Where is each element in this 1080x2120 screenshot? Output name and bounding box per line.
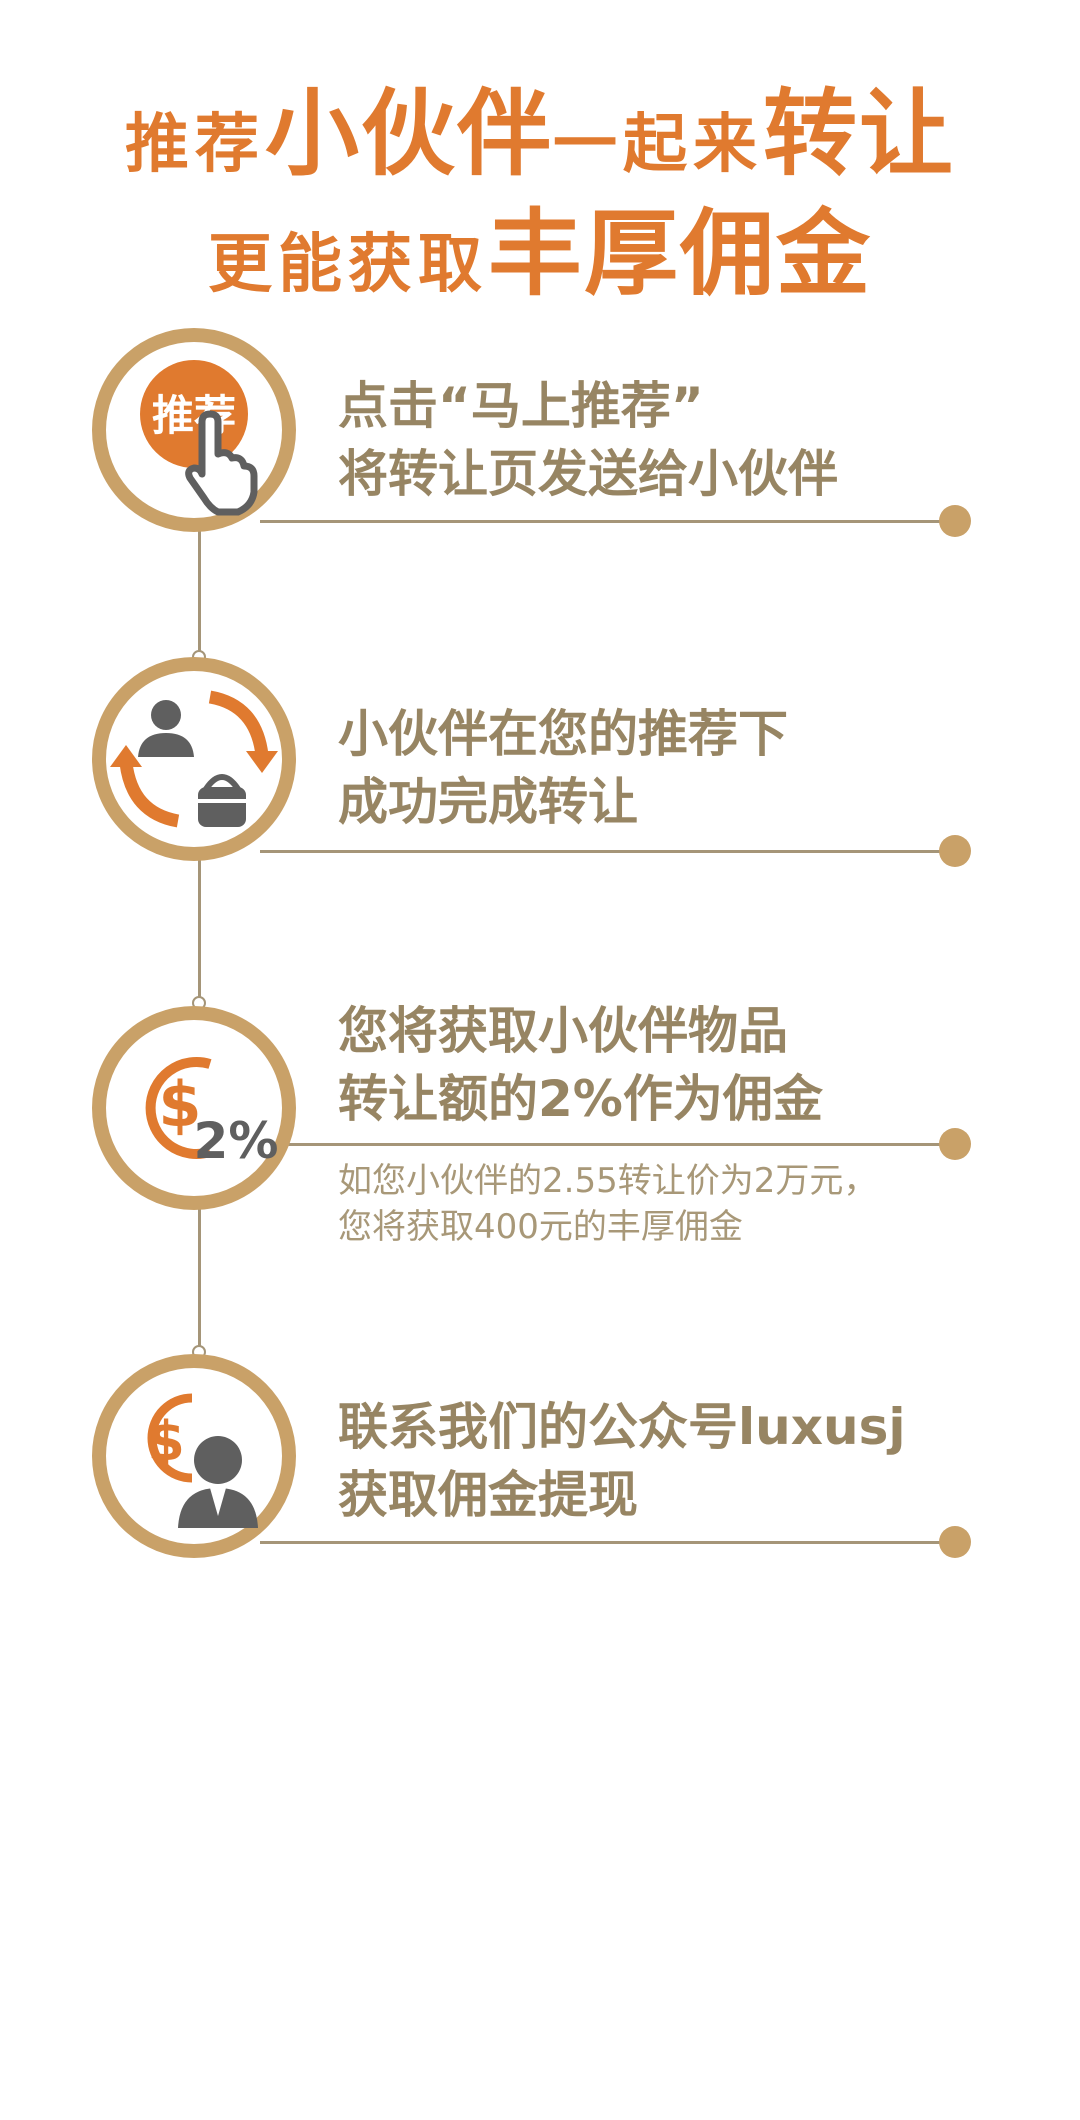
title-part: 更能获取 — [207, 228, 488, 302]
step-4-badge: $ — [92, 1354, 296, 1558]
step-3-line-2: 转让额的2%作为佣金 — [338, 1070, 823, 1128]
step-underline — [260, 1143, 950, 1146]
recommend-hand-icon: 推荐 — [140, 360, 258, 516]
recommend-icon-label: 推荐 — [152, 391, 236, 440]
step-3-note: 如您小伙伴的2.55转让价为2万元， 您将获取400元的丰厚佣金 — [338, 1158, 1058, 1250]
dollar-person-icon: $ — [147, 1393, 258, 1528]
step-1-line-2: 将转让页发送给小伙伴 — [338, 445, 838, 503]
exchange-cycle-icon — [110, 690, 278, 828]
step-2-badge — [92, 657, 296, 861]
step-4-line-2: 获取佣金提现 — [338, 1466, 638, 1524]
step-4-text: 联系我们的公众号luxusj 获取佣金提现 — [338, 1393, 1058, 1529]
step-4-line-1: 联系我们的公众号luxusj — [338, 1398, 906, 1456]
timeline-connector — [198, 1208, 201, 1356]
step-3-note-line-1: 如您小伙伴的2.55转让价为2万元， — [338, 1161, 878, 1201]
step-underline — [260, 520, 950, 523]
person-icon — [194, 1436, 242, 1484]
timeline-connector — [198, 530, 201, 664]
step-1-line-1: 点击“马上推荐” — [338, 377, 704, 435]
step-2-line-2: 成功完成转让 — [338, 773, 638, 831]
step-3-note-line-2: 您将获取400元的丰厚佣金 — [338, 1207, 743, 1247]
title-part-emphasis: 小伙伴 — [264, 80, 553, 189]
dollar-icon: $ — [147, 1410, 185, 1473]
title-part-emphasis: 丰厚佣金 — [487, 200, 872, 309]
step-1-text: 点击“马上推荐” 将转让页发送给小伙伴 — [338, 372, 1058, 508]
step-2-line-1: 小伙伴在您的推荐下 — [338, 705, 788, 763]
title-part-emphasis: 转让 — [763, 80, 956, 189]
title-part: 一起来 — [553, 108, 763, 182]
step-end-dot — [939, 835, 971, 867]
step-end-dot — [939, 505, 971, 537]
step-2-text: 小伙伴在您的推荐下 成功完成转让 — [338, 700, 1058, 836]
step-underline — [260, 1541, 950, 1544]
step-3-text: 您将获取小伙伴物品 转让额的2%作为佣金 — [338, 997, 1058, 1133]
dollar-percent-icon: $ 2% — [145, 1057, 279, 1170]
step-1-badge: 推荐 — [92, 328, 296, 532]
step-3-line-1: 您将获取小伙伴物品 — [338, 1002, 788, 1060]
step-underline — [260, 850, 950, 853]
person-icon — [151, 700, 181, 730]
percent-icon-label: 2% — [194, 1112, 279, 1170]
title-part: 推荐 — [124, 108, 265, 182]
title-line-2: 更能获取丰厚佣金 — [0, 178, 1080, 314]
step-3-badge: $ 2% — [92, 1006, 296, 1210]
step-end-dot — [939, 1526, 971, 1558]
title-line-1: 推荐小伙伴一起来转让 — [0, 58, 1080, 194]
timeline-connector — [198, 860, 201, 1006]
